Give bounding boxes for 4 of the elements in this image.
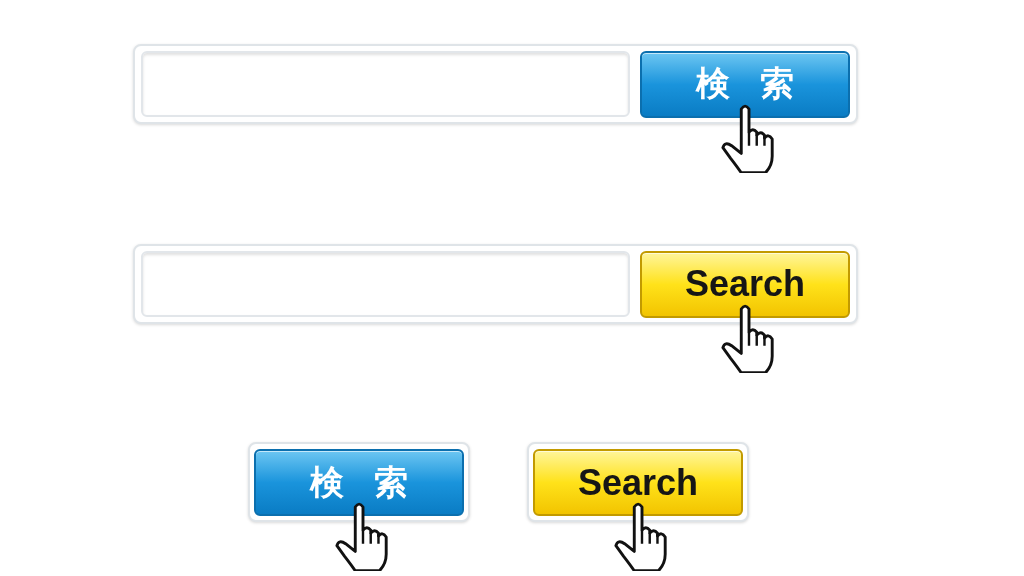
search-button[interactable]: Search (640, 250, 850, 318)
search-field[interactable] (141, 51, 630, 117)
search-field[interactable] (141, 251, 630, 317)
search-button[interactable]: Search (533, 449, 743, 516)
